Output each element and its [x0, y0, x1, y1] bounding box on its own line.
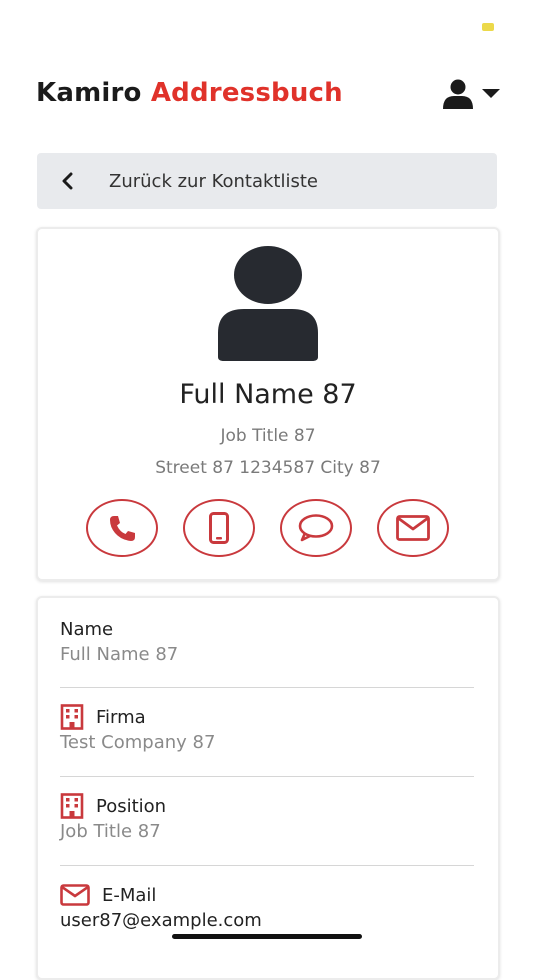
detail-name: Name Full Name 87: [60, 616, 476, 666]
contact-job-title: Job Title 87: [220, 426, 316, 446]
home-indicator[interactable]: [172, 934, 362, 939]
chat-bubble-icon: [298, 514, 334, 542]
envelope-icon: [60, 884, 90, 906]
status-indicator: [482, 23, 494, 31]
detail-position-label: Position: [96, 795, 167, 817]
detail-position-value: Job Title 87: [60, 821, 161, 842]
message-button[interactable]: [280, 499, 352, 557]
app-logo: Kamiro Addressbuch: [36, 78, 343, 108]
divider: [60, 687, 474, 688]
detail-name-label: Name: [60, 618, 114, 640]
logo-accent: Addressbuch: [150, 78, 343, 108]
detail-email-value[interactable]: user87@example.com: [60, 910, 476, 931]
back-label: Zurück zur Kontaktliste: [109, 170, 318, 192]
detail-email: E-Mail user87@example.com: [60, 882, 476, 931]
person-icon: [218, 246, 318, 361]
detail-company-value: Test Company 87: [60, 732, 216, 753]
building-icon: [60, 793, 84, 819]
detail-company-label: Firma: [96, 706, 146, 728]
building-icon: [60, 704, 84, 730]
contact-address: Street 87 1234587 City 87: [155, 458, 381, 478]
divider: [60, 865, 474, 866]
detail-name-value: Full Name 87: [60, 644, 179, 665]
call-button[interactable]: [86, 499, 158, 557]
mobile-button[interactable]: [183, 499, 255, 557]
contact-profile-card: Full Name 87 Job Title 87 Street 87 1234…: [36, 227, 500, 581]
back-to-contact-list-button[interactable]: Zurück zur Kontaktliste: [37, 153, 497, 209]
contact-full-name: Full Name 87: [179, 379, 357, 410]
contact-details-card: Name Full Name 87 Firma Test Company 87: [36, 596, 500, 980]
chevron-left-icon: [62, 172, 73, 190]
detail-company: Firma Test Company 87: [60, 704, 476, 753]
app-header: Kamiro Addressbuch: [36, 72, 500, 116]
logo-primary: Kamiro: [36, 78, 142, 108]
user-menu-button[interactable]: [436, 74, 500, 114]
envelope-icon: [396, 515, 430, 541]
phone-icon: [110, 516, 135, 541]
email-button[interactable]: [377, 499, 449, 557]
mobile-phone-icon: [209, 512, 229, 544]
user-icon: [443, 79, 473, 109]
caret-down-icon: [482, 89, 500, 98]
detail-email-label: E-Mail: [102, 884, 157, 906]
divider: [60, 776, 474, 777]
detail-position: Position Job Title 87: [60, 793, 476, 842]
contact-actions: [86, 499, 452, 561]
